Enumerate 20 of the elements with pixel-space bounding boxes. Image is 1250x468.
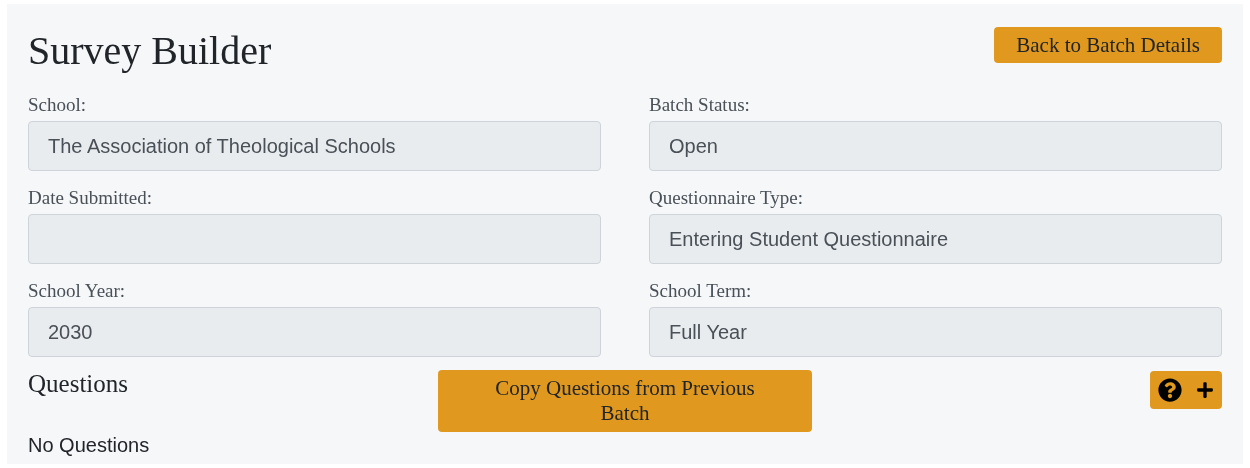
section-heading: Questions xyxy=(28,370,128,398)
input-field[interactable]: The Association of Theological Schools xyxy=(28,121,601,171)
help-icon xyxy=(1158,378,1182,402)
field-label: School Term: xyxy=(649,279,753,303)
input-field[interactable]: Full Year xyxy=(649,307,1222,357)
field-label: Questionnaire Type: xyxy=(649,186,804,210)
page-title: Survey Builder xyxy=(28,27,272,75)
input-field[interactable]: Entering Student Questionnaire xyxy=(649,214,1222,264)
input-field[interactable]: Open xyxy=(649,121,1222,171)
plus-icon xyxy=(1196,381,1214,399)
back-button[interactable]: Back to Batch Details xyxy=(994,27,1222,63)
copy-questions-button[interactable]: Copy Questions from Previous Batch xyxy=(438,370,812,432)
empty-message: No Questions xyxy=(28,433,151,457)
input-field[interactable] xyxy=(28,214,601,264)
input-field[interactable]: 2030 xyxy=(28,307,601,357)
field-label: Date Submitted: xyxy=(28,186,153,210)
field-label: School Year: xyxy=(28,279,127,303)
add-question-button[interactable] xyxy=(1150,371,1222,409)
field-label: Batch Status: xyxy=(649,93,751,117)
field-label: School: xyxy=(28,93,88,117)
